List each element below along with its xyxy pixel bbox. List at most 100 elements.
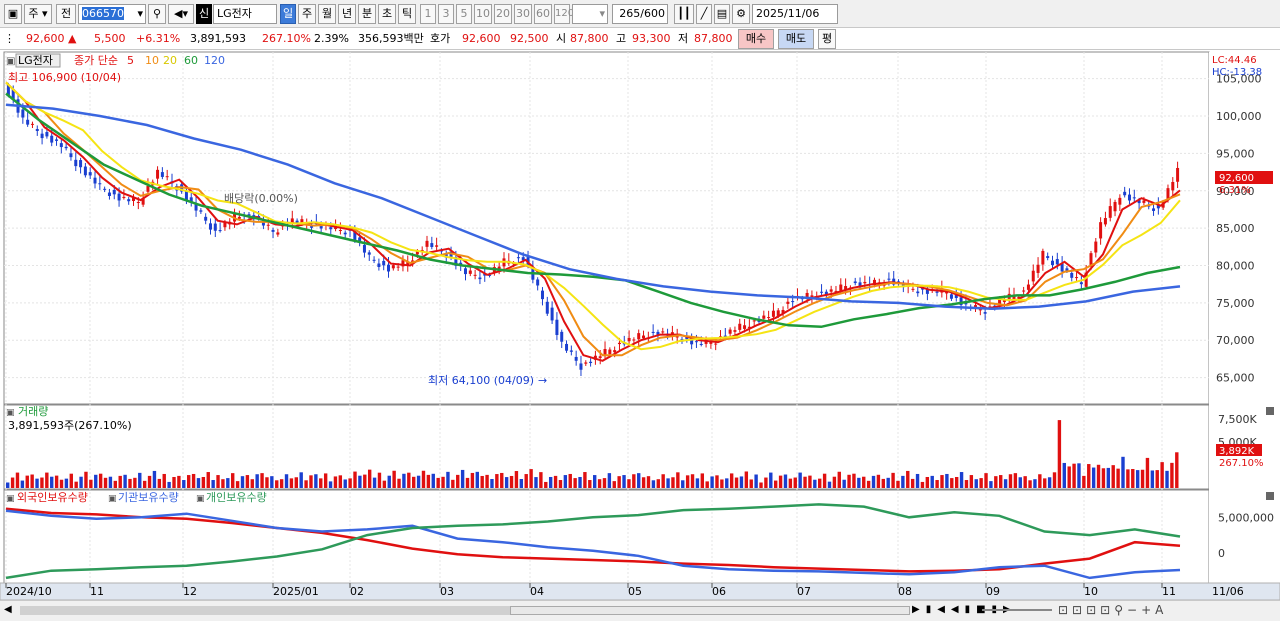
volume-bar <box>1018 477 1022 488</box>
candle-body <box>463 268 467 275</box>
volume-bar <box>133 477 137 488</box>
candle-body <box>752 320 756 322</box>
volume-bar <box>314 474 318 488</box>
lc-label: LC:44.46 <box>1212 55 1257 66</box>
legend-prefix: 종가 단순 <box>74 54 118 67</box>
volume-bar <box>182 480 186 488</box>
candle-body <box>343 232 347 235</box>
volume-bar <box>969 475 974 488</box>
candle-body <box>762 315 766 319</box>
candle-body <box>661 331 665 333</box>
scroll-track[interactable] <box>20 606 510 615</box>
candle-body <box>93 177 97 184</box>
x-tick-label: 2025/01 <box>273 585 319 598</box>
candle-body <box>791 301 795 303</box>
candle-body <box>213 223 217 231</box>
volume-bar <box>1140 469 1145 488</box>
candle-body <box>430 243 434 247</box>
candle-body <box>40 133 44 139</box>
volume-bar <box>896 480 900 488</box>
candle-body <box>887 278 891 280</box>
volume-bar <box>372 477 377 488</box>
volume-bar <box>1082 475 1086 488</box>
scroll-thumb[interactable] <box>510 606 910 615</box>
volume-bar <box>1077 463 1081 488</box>
volume-close-icon[interactable] <box>1266 407 1274 415</box>
volume-bar <box>964 480 969 488</box>
volume-bar <box>103 477 108 488</box>
volume-value-label: 3,891,593주(267.10%) <box>8 419 132 432</box>
volume-bar <box>1038 474 1042 488</box>
candle-body <box>651 331 655 333</box>
volume-bar <box>690 474 695 488</box>
holdings-grid-icon: ▣ <box>6 494 15 504</box>
volume-bar <box>901 475 905 488</box>
volume-bar <box>612 481 616 488</box>
legend-ma60: 60 <box>184 54 198 67</box>
volume-bar <box>45 472 49 488</box>
candle-body <box>608 349 612 355</box>
volume-bar <box>79 476 83 488</box>
volume-bar <box>358 475 362 488</box>
volume-bar <box>1072 463 1076 488</box>
volume-bar <box>886 477 890 488</box>
candle-body <box>863 281 867 284</box>
candle-body <box>208 223 212 230</box>
candle-body <box>1142 200 1146 203</box>
volume-y-tick: 7,500K <box>1218 413 1257 426</box>
volume-bar <box>539 472 543 488</box>
candle-body <box>536 279 540 286</box>
volume-bar <box>979 478 983 488</box>
scroll-left-icon[interactable]: ◀ <box>4 604 12 615</box>
volume-bar <box>69 473 73 488</box>
legend-individual: 개인보유수량 <box>206 491 267 504</box>
candle-body <box>738 323 742 330</box>
volume-bar <box>1126 469 1130 488</box>
volume-bar <box>641 477 646 488</box>
candle-body <box>425 240 429 247</box>
candle-body <box>156 169 160 179</box>
y-tick-label: 85,000 <box>1216 222 1255 235</box>
volume-bar <box>622 475 626 488</box>
volume-panel-frame <box>3 404 1210 490</box>
volume-bar <box>504 477 509 488</box>
candle-body <box>1055 259 1059 265</box>
candle-body <box>1123 191 1127 196</box>
candle-body <box>1050 260 1054 266</box>
volume-bar <box>50 476 54 488</box>
candle-body <box>1036 264 1040 273</box>
x-tick-label: 06 <box>712 585 726 598</box>
volume-bar <box>191 473 196 488</box>
volume-bar <box>304 480 308 488</box>
volume-bar <box>1160 462 1164 488</box>
legend-institution: 기관보유수량 <box>118 491 179 504</box>
candle-body <box>1113 201 1117 212</box>
candle-body <box>613 350 617 353</box>
volume-bar <box>671 477 675 488</box>
candle-body <box>468 270 472 274</box>
volume-bar <box>333 476 338 488</box>
volume-bar <box>196 478 201 488</box>
chart-canvas[interactable]: 105,000100,00095,00090,00085,00080,00075… <box>0 0 1280 621</box>
candle-body <box>329 227 333 230</box>
volume-bar <box>421 470 426 488</box>
volume-bar <box>10 477 15 488</box>
zoom-slider[interactable] <box>982 609 1052 611</box>
volume-bar <box>265 477 269 488</box>
candle-body <box>218 230 222 232</box>
holdings-close-icon[interactable] <box>1266 492 1274 500</box>
volume-bar <box>906 470 910 488</box>
volume-bar <box>20 480 25 488</box>
candle-body <box>79 160 83 168</box>
holdings-panel-frame <box>3 489 1210 584</box>
high-annotation: 최고 106,900 (10/04) <box>8 71 121 84</box>
volume-bar <box>729 473 734 488</box>
volume-bar <box>470 472 475 488</box>
bottom-scrollbar[interactable]: ◀ ▶▮◀◀▮■▮▶ ⊡⊡⊡⊡⚲−+A <box>0 600 1280 621</box>
candle-body <box>911 288 915 290</box>
volume-bar <box>211 480 215 488</box>
candle-body <box>204 216 208 221</box>
zoom-tools-icon[interactable]: ⊡⊡⊡⊡⚲−+A <box>1058 603 1167 617</box>
volume-bar <box>685 475 690 488</box>
volume-bar <box>138 472 142 488</box>
